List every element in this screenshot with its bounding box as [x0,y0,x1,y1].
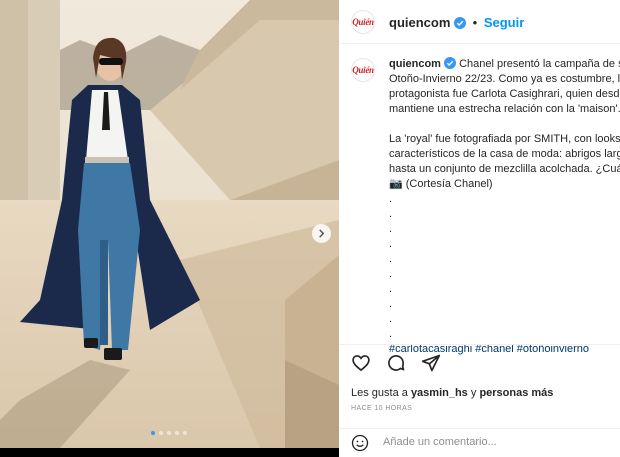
post-caption: quiencom Chanel presentó la campaña de s… [389,57,620,357]
carousel-next-button[interactable] [312,224,331,243]
comment-row [339,428,620,457]
avatar-logo-text: Quién [352,17,374,27]
caption-dot-line: . [389,268,393,280]
likes-prefix: Les gusta a [351,387,411,399]
caption-username[interactable]: quiencom [389,58,441,70]
header-separator: • [472,15,478,30]
chevron-right-icon [319,229,325,238]
post-panel: Quién quiencom • Seguir Quién quiencom C… [339,0,620,457]
caption-dot-line: . [389,208,393,220]
verified-badge-icon [444,57,457,69]
caption-line: Chanel presentó la campaña de su [459,58,620,70]
caption-line: mantiene una estrecha relación con la 'm… [389,103,620,115]
actions-divider [339,344,620,345]
carousel-dot [167,431,171,435]
header-divider [339,43,620,44]
comment-input[interactable] [383,436,603,448]
follow-button[interactable]: Seguir [484,15,524,30]
caption-dot-line: . [389,298,393,310]
caption-line: La 'royal' fue fotografiada por SMITH, c… [389,133,620,145]
likes-middle: y [467,387,480,399]
carousel-dot [159,431,163,435]
action-bar [351,353,441,373]
likes-others-link[interactable]: personas más [479,387,553,399]
carousel-dot [175,431,179,435]
caption-dot-line: . [389,283,393,295]
caption-line: protagonista fue Carlota Casighrari, qui… [389,88,620,100]
post-photo[interactable] [0,0,339,448]
carousel-dot [151,431,155,435]
caption-line: hasta un conjunto de mezclilla acolchada… [389,163,620,175]
avatar-logo-text: Quién [352,65,374,75]
heart-icon[interactable] [351,353,371,373]
caption-dot-lines: .......... [389,192,620,342]
verified-badge-icon [454,17,467,29]
caption-line: 📷 (Cortesía Chanel) [389,178,493,190]
caption-dot-line: . [389,313,393,325]
share-icon[interactable] [421,353,441,373]
carousel-indicator [151,431,187,435]
caption-dot-line: . [389,328,393,340]
caption-avatar[interactable]: Quién [351,58,375,82]
post-timestamp[interactable]: HACE 10 HORAS [351,405,412,412]
post-image [0,0,339,448]
caption-line: Otoño-Invierno 22/23. Como ya es costumb… [389,73,620,85]
emoji-icon[interactable] [351,434,369,452]
carousel-dot [183,431,187,435]
caption-dot-line: . [389,193,393,205]
caption-dot-line: . [389,238,393,250]
likes-summary: Les gusta a yasmin_hs y personas más [351,387,553,399]
header-username[interactable]: quiencom [389,15,450,30]
caption-dot-line: . [389,223,393,235]
comment-icon[interactable] [386,353,406,373]
caption-line: característicos de la casa de moda: abri… [389,148,620,160]
likes-user-link[interactable]: yasmin_hs [411,387,468,399]
caption-dot-line: . [389,253,393,265]
header-avatar[interactable]: Quién [351,10,375,34]
